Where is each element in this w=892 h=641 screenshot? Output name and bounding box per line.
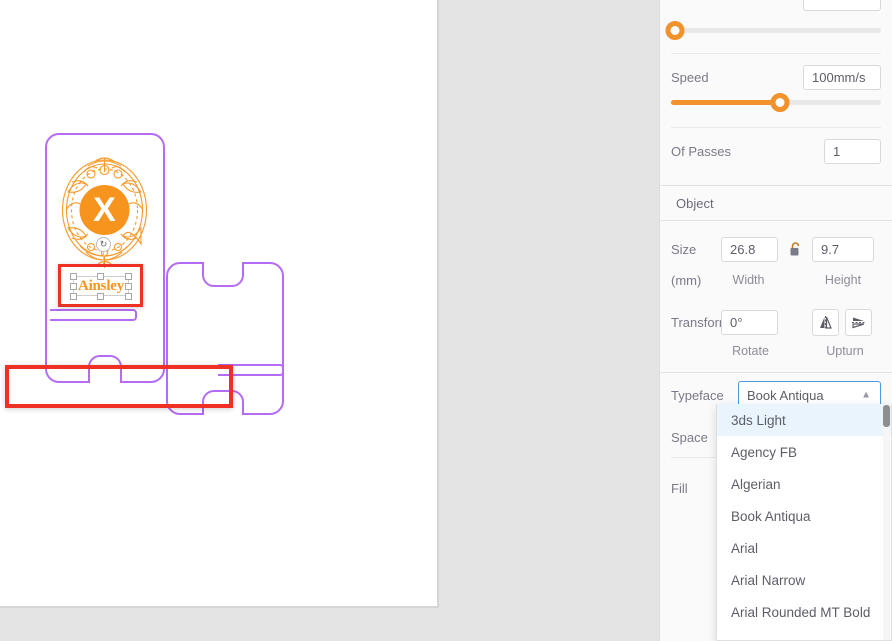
canvas-workspace[interactable]: X ↻ Ainsley [0, 0, 659, 641]
dropdown-scrollbar-thumb[interactable] [883, 405, 890, 427]
space-label: Space [671, 429, 708, 445]
speed-value: 100mm/s [812, 69, 866, 85]
passes-row: Of Passes 1 [660, 128, 892, 174]
typeface-dropdown-list[interactable]: 3ds Light Agency FB Algerian Book Antiqu… [716, 404, 892, 641]
transform-row: Transform 0° [660, 303, 892, 341]
svg-text:X: X [93, 191, 116, 229]
power-slider[interactable] [665, 21, 881, 40]
speed-slider-thumb[interactable] [770, 93, 790, 112]
speed-label: Speed [671, 69, 709, 85]
font-option-3[interactable]: Book Antiqua [717, 500, 891, 532]
size-label: Size [671, 241, 697, 257]
passes-value-field[interactable]: 1 [824, 138, 881, 164]
object-section-title: Object [676, 195, 714, 211]
width-sublabel: Width [732, 273, 765, 287]
font-option-label: 3ds Light [731, 412, 786, 428]
rotate-handle-icon[interactable]: ↻ [96, 237, 111, 252]
font-option-label: Book Antiqua [731, 508, 811, 524]
passes-value: 1 [833, 143, 841, 159]
unlock-icon[interactable] [778, 241, 812, 257]
speed-value-field[interactable]: 100mm/s [803, 64, 881, 90]
annotation-highlight-text [58, 264, 143, 307]
height-input[interactable]: 9.7 [812, 236, 874, 262]
transform-sublabel-row: Rotate Upturn [660, 341, 892, 361]
rotate-value: 0° [730, 314, 743, 330]
canvas-shadow-bottom [0, 606, 439, 608]
font-option-label: Algerian [731, 476, 781, 492]
size-sublabel-row: (mm) Width Height [660, 269, 892, 291]
power-slider-thumb[interactable] [665, 21, 685, 40]
speed-slider-fill [671, 100, 781, 105]
font-option-6[interactable]: Arial Rounded MT Bold [717, 596, 891, 628]
size-row: Size 26.8 9.7 [660, 229, 892, 269]
rotate-input[interactable]: 0° [721, 309, 778, 335]
phone-case-shape-right[interactable] [166, 262, 284, 420]
divider-4 [660, 220, 892, 221]
width-value: 26.8 [730, 241, 756, 257]
typeface-selected-value: Book Antiqua [747, 387, 824, 403]
typeface-label: Typeface [671, 387, 724, 403]
height-sublabel: Height [824, 273, 862, 287]
upturn-sublabel: Upturn [826, 344, 864, 358]
dropdown-scrollbar[interactable] [883, 405, 890, 640]
rotate-sublabel: Rotate [732, 344, 769, 358]
emblem-graphic[interactable]: X [58, 152, 151, 272]
font-option-label: Agency FB [731, 444, 798, 460]
speed-slider[interactable] [671, 93, 881, 112]
flip-horizontal-icon[interactable] [845, 308, 872, 336]
flip-vertical-icon[interactable] [812, 308, 839, 336]
font-option-5[interactable]: Arial Narrow [717, 564, 891, 596]
font-option-label: Arial Narrow [731, 572, 806, 588]
font-option-0[interactable]: 3ds Light [717, 404, 891, 436]
font-option-1[interactable]: Agency FB [717, 436, 891, 468]
font-option-2[interactable]: Algerian [717, 468, 891, 500]
rotate-handle-stem [103, 250, 104, 264]
app-root: X ↻ Ainsley Speed 100mm/s Of Passes 1 Ob… [0, 0, 892, 641]
unit-label: (mm) [671, 272, 702, 288]
height-value: 9.7 [821, 241, 840, 257]
passes-label: Of Passes [671, 143, 731, 159]
canvas-shadow-right [437, 0, 439, 606]
font-option-label: Arial [731, 540, 759, 556]
chevron-up-icon: ▲ [861, 389, 871, 401]
font-option-4[interactable]: Arial [717, 532, 891, 564]
fill-label: Fill [671, 480, 688, 496]
power-value-field-partial[interactable] [803, 0, 881, 11]
font-option-label: Arial Rounded MT Bold [731, 604, 871, 620]
object-section-header: Object [660, 186, 892, 220]
transform-label: Transform [671, 314, 730, 330]
width-input[interactable]: 26.8 [721, 236, 778, 262]
